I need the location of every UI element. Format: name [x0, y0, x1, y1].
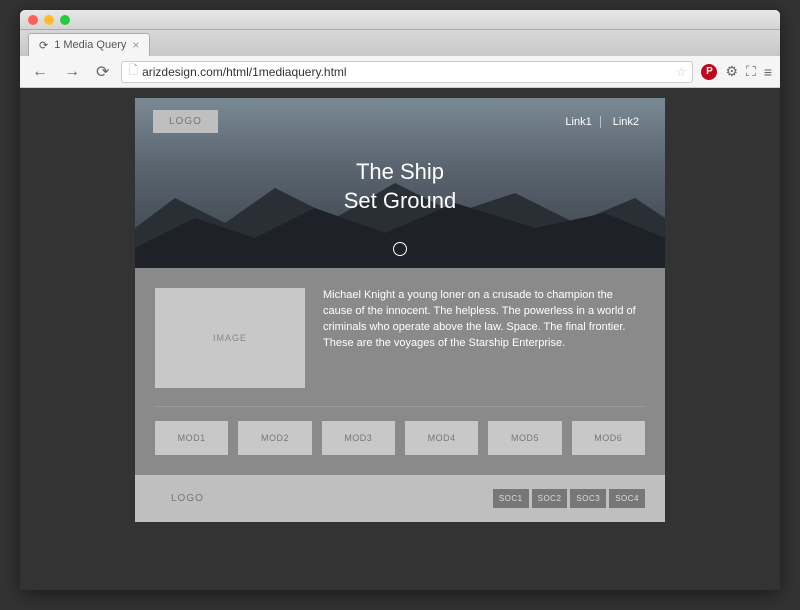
social-links: SOC1 SOC2 SOC3 SOC4 [493, 489, 645, 508]
hero-title: The Ship Set Ground [135, 158, 665, 215]
tab-favicon: ⟳ [39, 39, 48, 52]
browser-window: ⟳ 1 Media Query × ← → ⟳ 🗋 arizdesign.com… [20, 10, 780, 590]
social-2[interactable]: SOC2 [532, 489, 568, 508]
traffic-lights [28, 15, 70, 25]
module-4[interactable]: MOD4 [405, 421, 478, 455]
content-paragraph: Michael Knight a young loner on a crusad… [323, 288, 645, 388]
minimize-window-button[interactable] [44, 15, 54, 25]
window-titlebar [20, 10, 780, 30]
content-section: IMAGE Michael Knight a young loner on a … [135, 268, 665, 475]
header-logo[interactable]: LOGO [153, 110, 218, 133]
content-row: IMAGE Michael Knight a young loner on a … [155, 288, 645, 388]
module-3[interactable]: MOD3 [322, 421, 395, 455]
address-bar[interactable]: 🗋 arizdesign.com/html/1mediaquery.html ☆ [121, 61, 693, 83]
bookmark-star-icon[interactable]: ☆ [676, 65, 687, 79]
module-2[interactable]: MOD2 [238, 421, 311, 455]
settings-gear-icon[interactable]: ⚙ [725, 63, 738, 80]
tab-bar: ⟳ 1 Media Query × [20, 30, 780, 56]
page-viewport[interactable]: LOGO Link1 Link2 The Ship Set Ground IMA… [20, 88, 780, 590]
page-icon: 🗋 [128, 61, 138, 82]
menu-icon[interactable]: ≡ [764, 64, 772, 80]
back-button[interactable]: ← [28, 61, 52, 83]
divider [155, 406, 645, 407]
forward-button[interactable]: → [60, 61, 84, 83]
browser-toolbar: ← → ⟳ 🗋 arizdesign.com/html/1mediaquery.… [20, 56, 780, 88]
image-placeholder: IMAGE [155, 288, 305, 388]
nav-links: Link1 Link2 [557, 116, 647, 128]
module-6[interactable]: MOD6 [572, 421, 645, 455]
module-1[interactable]: MOD1 [155, 421, 228, 455]
page-content: LOGO Link1 Link2 The Ship Set Ground IMA… [135, 98, 665, 580]
social-4[interactable]: SOC4 [609, 489, 645, 508]
hero-header: LOGO Link1 Link2 [135, 110, 665, 133]
social-1[interactable]: SOC1 [493, 489, 529, 508]
browser-tab[interactable]: ⟳ 1 Media Query × [28, 33, 150, 56]
pinterest-icon[interactable]: P [701, 64, 717, 80]
close-window-button[interactable] [28, 15, 38, 25]
maximize-window-button[interactable] [60, 15, 70, 25]
url-text: arizdesign.com/html/1mediaquery.html [142, 65, 347, 79]
devtools-icon[interactable]: ⛶ [746, 63, 756, 80]
tab-title: 1 Media Query [54, 39, 126, 51]
hero-section: LOGO Link1 Link2 The Ship Set Ground [135, 98, 665, 268]
nav-link-2[interactable]: Link2 [605, 116, 647, 128]
nav-link-1[interactable]: Link1 [557, 116, 600, 128]
close-tab-icon[interactable]: × [132, 38, 139, 52]
social-3[interactable]: SOC3 [570, 489, 606, 508]
scroll-indicator-icon[interactable] [393, 242, 407, 256]
hero-title-line1: The Ship [135, 158, 665, 187]
hero-title-line2: Set Ground [135, 187, 665, 216]
module-row: MOD1 MOD2 MOD3 MOD4 MOD5 MOD6 [155, 421, 645, 455]
footer-section: LOGO SOC1 SOC2 SOC3 SOC4 [135, 475, 665, 522]
reload-button[interactable]: ⟳ [92, 60, 113, 84]
module-5[interactable]: MOD5 [488, 421, 561, 455]
footer-logo[interactable]: LOGO [155, 487, 220, 510]
